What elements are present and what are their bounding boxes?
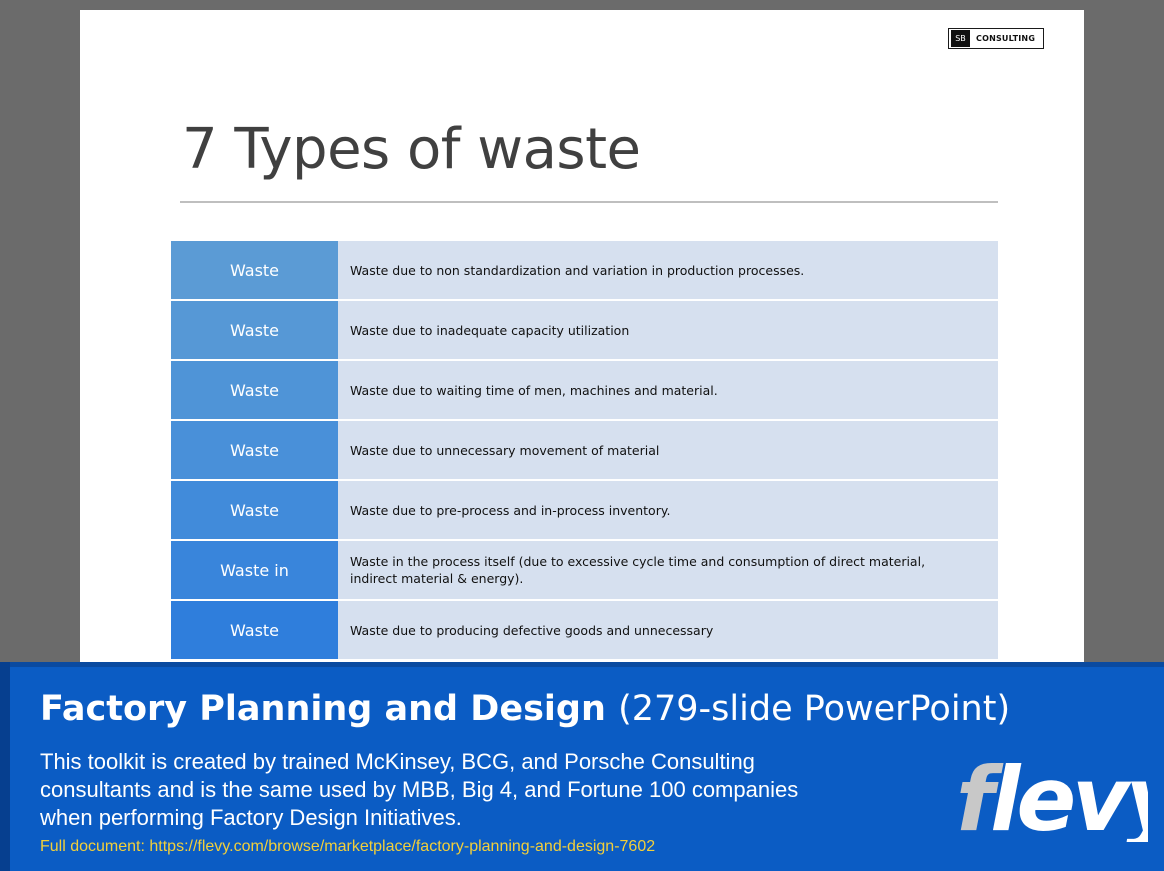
waste-row-description: Waste due to producing defective goods a… [338, 601, 998, 659]
flevy-wordmark: flevy [956, 752, 1148, 842]
waste-row: Waste Waste due to inadequate capacity u… [171, 301, 998, 359]
banner-title-main: Factory Planning and Design [40, 689, 606, 729]
waste-row: Waste Waste due to non standardization a… [171, 241, 998, 299]
waste-row-label: Waste in [171, 541, 338, 599]
waste-row-description: Waste in the process itself (due to exce… [338, 541, 998, 599]
waste-row: Waste Waste due to waiting time of men, … [171, 361, 998, 419]
waste-row-description: Waste due to inadequate capacity utiliza… [338, 301, 998, 359]
waste-row-label: Waste [171, 361, 338, 419]
waste-row: Waste Waste due to pre-process and in-pr… [171, 481, 998, 539]
banner-description: This toolkit is created by trained McKin… [40, 749, 799, 830]
waste-row-label: Waste [171, 241, 338, 299]
waste-row-description: Waste due to waiting time of men, machin… [338, 361, 998, 419]
waste-row-label: Waste [171, 421, 338, 479]
sb-consulting-logo: SB CONSULTING [948, 28, 1044, 49]
waste-table: Waste Waste due to non standardization a… [171, 241, 998, 661]
waste-row: Waste Waste due to producing defective g… [171, 601, 998, 659]
waste-row-label: Waste [171, 481, 338, 539]
title-divider [180, 201, 998, 203]
waste-row: Waste in Waste in the process itself (du… [171, 541, 998, 599]
promo-banner: Factory Planning and Design (279-slide P… [0, 662, 1164, 871]
svg-text:flevy: flevy [956, 752, 1148, 842]
banner-top-border [0, 662, 1164, 667]
waste-row-label: Waste [171, 601, 338, 659]
slide-title: 7 Types of waste [182, 117, 641, 182]
slide: SB CONSULTING 7 Types of waste Waste Was… [80, 10, 1084, 670]
logo-text: CONSULTING [976, 34, 1036, 43]
flevy-rest: levy [990, 752, 1148, 842]
waste-row-description: Waste due to unnecessary movement of mat… [338, 421, 998, 479]
banner-title: Factory Planning and Design (279-slide P… [40, 688, 1010, 730]
banner-left-strip [0, 662, 10, 871]
waste-row-description: Waste due to pre-process and in-process … [338, 481, 998, 539]
full-document-link[interactable]: Full document: https://flevy.com/browse/… [40, 838, 655, 856]
waste-row-label: Waste [171, 301, 338, 359]
waste-row-description: Waste due to non standardization and var… [338, 241, 998, 299]
flevy-logo: flevy [952, 752, 1148, 842]
waste-row: Waste Waste due to unnecessary movement … [171, 421, 998, 479]
banner-title-subtitle: (279-slide PowerPoint) [618, 689, 1011, 729]
logo-mark: SB [951, 30, 970, 47]
